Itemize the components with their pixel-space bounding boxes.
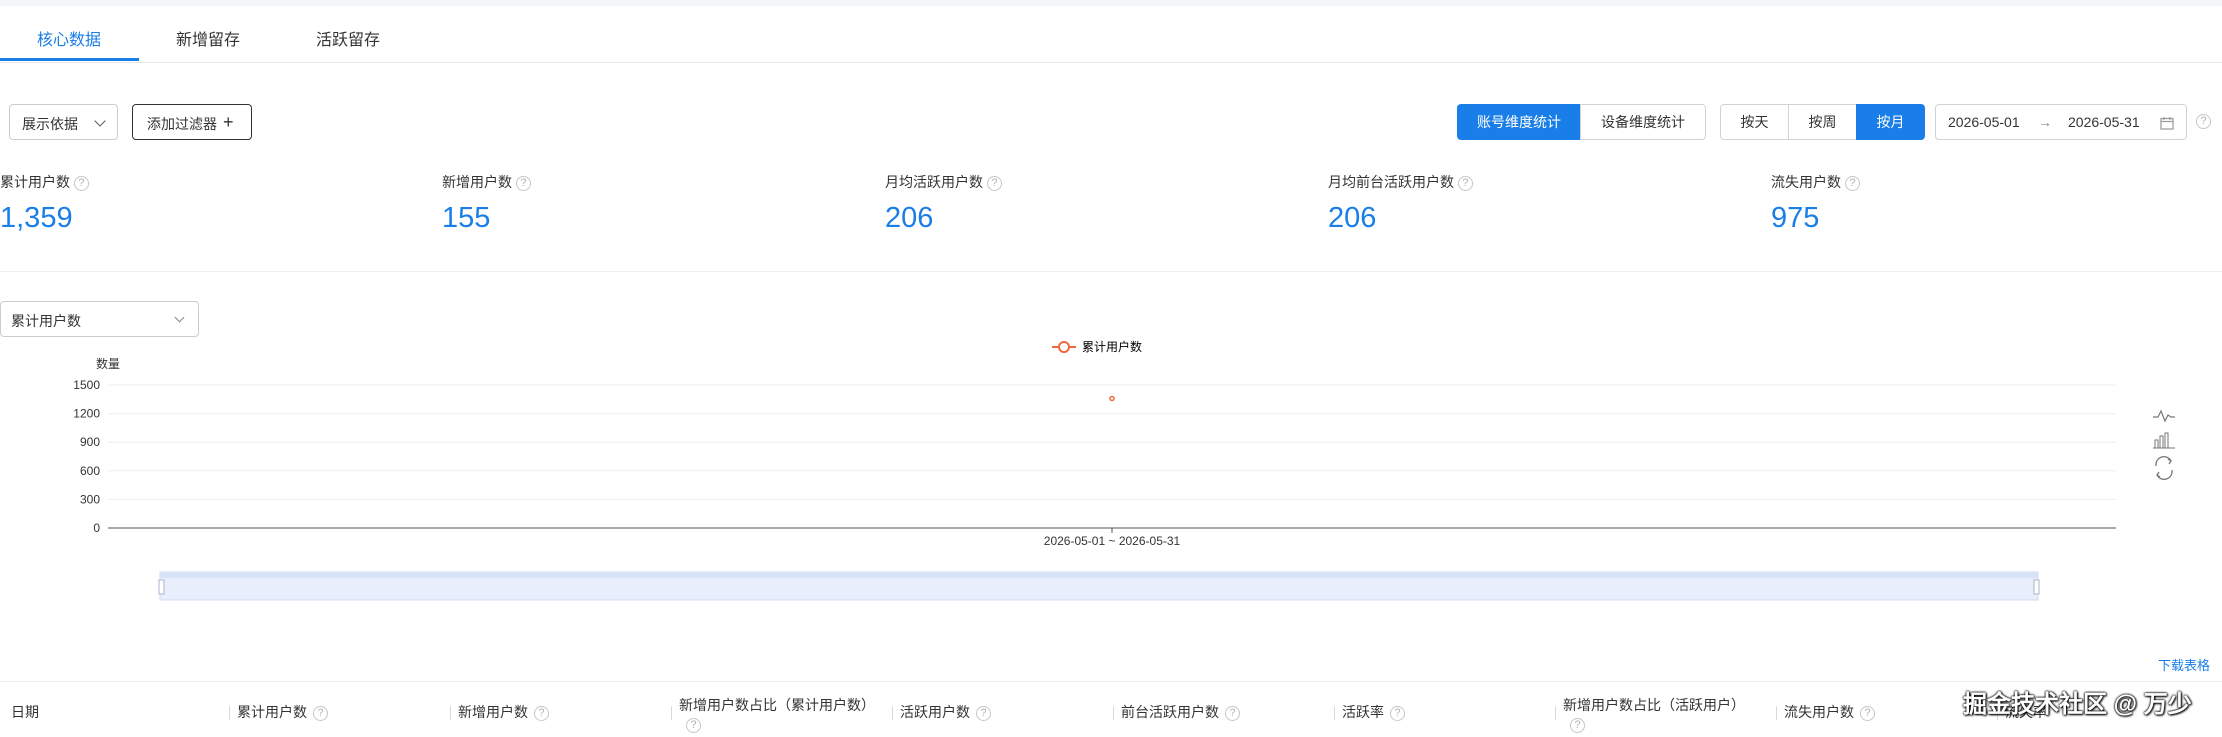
tab-bar: 核心数据 新增留存 活跃留存	[0, 6, 2222, 63]
y-tick-label: 900	[80, 435, 100, 449]
table-divider	[0, 681, 2222, 682]
watermark-text: 掘金技术社区 @ 万少	[1963, 691, 2192, 718]
display-basis-dropdown[interactable]: 展示依据	[9, 104, 118, 140]
table-header-cell[interactable]: 累计用户数?	[237, 702, 328, 722]
y-tick-label: 0	[93, 521, 100, 535]
legend-label: 累计用户数	[1082, 339, 1142, 354]
date-arrow-icon: →	[2038, 114, 2052, 130]
stat-label-monthly-active: 月均活跃用户数 ?	[885, 172, 1002, 192]
help-icon[interactable]: ?	[534, 705, 549, 721]
help-icon[interactable]: ?	[1860, 705, 1875, 721]
help-icon[interactable]: ?	[1390, 705, 1405, 721]
device-stat-button[interactable]: 设备维度统计	[1580, 104, 1706, 140]
column-separator	[1776, 706, 1777, 720]
help-icon[interactable]: ?	[1570, 718, 1585, 733]
zoom-handle-left[interactable]	[158, 579, 165, 595]
y-tick-label: 1200	[73, 407, 100, 421]
help-icon[interactable]: ?	[1844, 175, 1860, 191]
help-icon[interactable]: ?	[986, 175, 1002, 191]
help-icon[interactable]: ?	[1225, 705, 1240, 721]
data-point[interactable]	[1109, 395, 1115, 402]
refresh-icon[interactable]	[2155, 456, 2173, 480]
table-header-cell[interactable]: 活跃率?	[1342, 702, 1405, 722]
by-day-button[interactable]: 按天	[1720, 104, 1789, 140]
plus-icon: +	[223, 112, 234, 132]
stat-value-new-users: 155	[442, 202, 491, 234]
tab-new-retention[interactable]: 新增留存	[176, 26, 240, 50]
stat-label-monthly-foreground-active: 月均前台活跃用户数 ?	[1328, 172, 1473, 192]
table-header-cell[interactable]: 日期	[11, 702, 39, 722]
table-header-cell[interactable]: 活跃用户数?	[900, 702, 991, 722]
column-separator	[229, 706, 230, 720]
download-table-link[interactable]: 下载表格	[2158, 655, 2210, 674]
help-icon[interactable]: ?	[686, 718, 701, 733]
table-header-cell[interactable]: 新增用户数占比（累计用户数）?	[679, 695, 875, 733]
table-header-cell[interactable]: 流失用户数?	[1784, 702, 1875, 722]
zoom-slider-track	[160, 572, 2038, 578]
help-icon[interactable]: ?	[2196, 114, 2211, 129]
by-week-button[interactable]: 按周	[1788, 104, 1857, 140]
stats-divider	[0, 271, 2222, 272]
stat-label-new-users: 新增用户数 ?	[442, 172, 531, 192]
stat-label-total-users: 累计用户数 ?	[0, 172, 89, 192]
stat-label-churned-users: 流失用户数 ?	[1771, 172, 1860, 192]
column-separator	[671, 706, 672, 720]
y-tick-label: 1500	[73, 378, 100, 392]
column-separator	[1555, 706, 1556, 720]
date-start[interactable]: 2026-05-01	[1948, 114, 2020, 130]
active-tab-indicator	[0, 58, 139, 61]
metric-select-label: 累计用户数	[11, 313, 81, 329]
chevron-down-icon	[94, 115, 106, 127]
help-icon[interactable]: ?	[976, 705, 991, 721]
by-month-button[interactable]: 按月	[1856, 104, 1925, 140]
line-chart-icon[interactable]	[2153, 409, 2175, 423]
chevron-down-icon	[174, 312, 185, 323]
help-icon[interactable]: ?	[1457, 175, 1473, 191]
column-separator	[1334, 706, 1335, 720]
stat-value-total-users: 1,359	[0, 202, 73, 234]
column-separator	[1113, 706, 1114, 720]
table-header-cell[interactable]: 前台活跃用户数?	[1121, 702, 1240, 722]
tab-core-data[interactable]: 核心数据	[37, 26, 101, 50]
date-range-picker[interactable]: 2026-05-01 → 2026-05-31	[1935, 104, 2187, 140]
y-axis-label: 数量	[96, 356, 120, 371]
bar-chart-icon[interactable]	[2153, 432, 2175, 449]
tab-active-retention[interactable]: 活跃留存	[316, 26, 380, 50]
add-filter-button[interactable]: 添加过滤器 +	[132, 104, 252, 140]
column-separator	[892, 706, 893, 720]
zoom-handle-right[interactable]	[2033, 579, 2040, 595]
column-separator	[450, 706, 451, 720]
table-header-cell[interactable]: 新增用户数占比（活跃用户）?	[1563, 695, 1745, 733]
help-icon[interactable]: ?	[73, 175, 89, 191]
stat-value-monthly-foreground-active: 206	[1328, 202, 1377, 234]
table-header-cell[interactable]: 新增用户数?	[458, 702, 549, 722]
account-stat-button[interactable]: 账号维度统计	[1457, 104, 1581, 140]
help-icon[interactable]: ?	[313, 705, 328, 721]
help-icon[interactable]: ?	[515, 175, 531, 191]
add-filter-label: 添加过滤器	[147, 116, 217, 132]
date-end[interactable]: 2026-05-31	[2068, 114, 2140, 130]
calendar-icon	[2160, 117, 2174, 130]
user-chart: 累计用户数 数量 0 300 600 900 1200 1500 2026-05-01 ~…	[73, 339, 2175, 601]
stat-value-monthly-active: 206	[885, 202, 934, 234]
x-tick-label: 2026-05-01 ~ 2026-05-31	[1044, 534, 1181, 548]
y-tick-label: 300	[80, 492, 100, 506]
stat-value-churned-users: 975	[1771, 202, 1820, 234]
legend-marker	[1058, 341, 1070, 353]
chart-legend[interactable]: 累计用户数	[1052, 339, 1142, 354]
y-tick-label: 600	[80, 464, 100, 478]
display-basis-label: 展示依据	[22, 116, 78, 132]
